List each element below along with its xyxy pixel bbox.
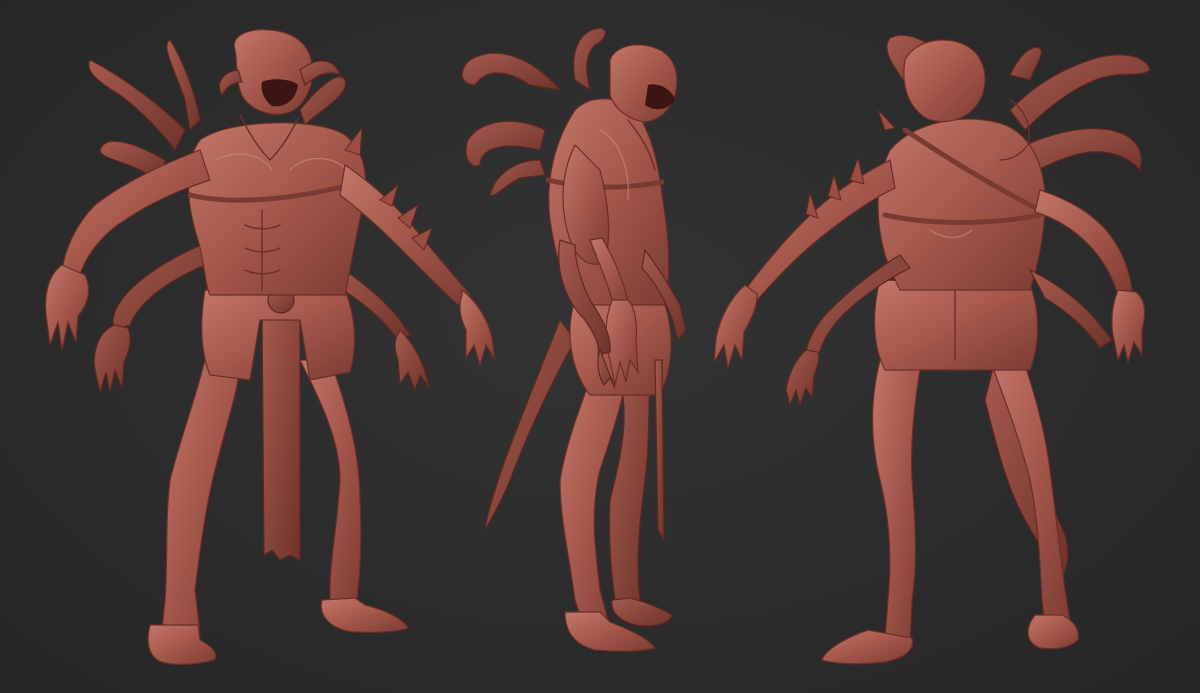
front-foot: [611, 597, 673, 627]
right-leg: [299, 359, 362, 613]
head-tendril: [218, 69, 243, 97]
shoulder-spike: [877, 109, 896, 131]
rear-hand: [785, 349, 820, 408]
back-tentacle: [88, 59, 186, 152]
rear-hand: [93, 324, 131, 395]
rear-hand: [394, 328, 431, 392]
left-hand: [44, 264, 90, 351]
creature-side-view: [461, 27, 687, 652]
loincloth: [261, 309, 301, 561]
creature-front-view: [44, 29, 496, 666]
arm-spike: [827, 173, 842, 201]
far-rear-arm: [1028, 268, 1113, 349]
right-foot: [320, 597, 409, 633]
left-foot: [821, 629, 914, 665]
right-foot: [1027, 614, 1079, 650]
loincloth-strips: [654, 359, 665, 543]
back-tentacle: [461, 52, 562, 91]
rear-arm: [112, 239, 217, 331]
right-hand: [1111, 289, 1146, 365]
back-tentacle: [1009, 46, 1042, 81]
sculpt-render-canvas: [0, 0, 1200, 693]
creature-turnaround-illustration: [44, 27, 1151, 666]
right-arm: [1034, 189, 1133, 296]
right-hand: [459, 288, 496, 368]
left-hand: [713, 284, 758, 369]
hips: [873, 279, 1039, 371]
back-tentacle: [489, 159, 546, 197]
left-leg: [871, 359, 921, 643]
back-tentacle: [166, 39, 201, 132]
arm-spike: [849, 156, 865, 185]
torso: [187, 122, 367, 296]
back-tentacle: [465, 120, 546, 167]
left-leg: [161, 359, 241, 633]
back-tentacle: [573, 27, 607, 92]
creature-back-view: [713, 34, 1151, 665]
left-foot: [147, 624, 217, 666]
head: [609, 44, 678, 123]
head-back: [903, 39, 986, 123]
arm-spike: [805, 192, 819, 219]
